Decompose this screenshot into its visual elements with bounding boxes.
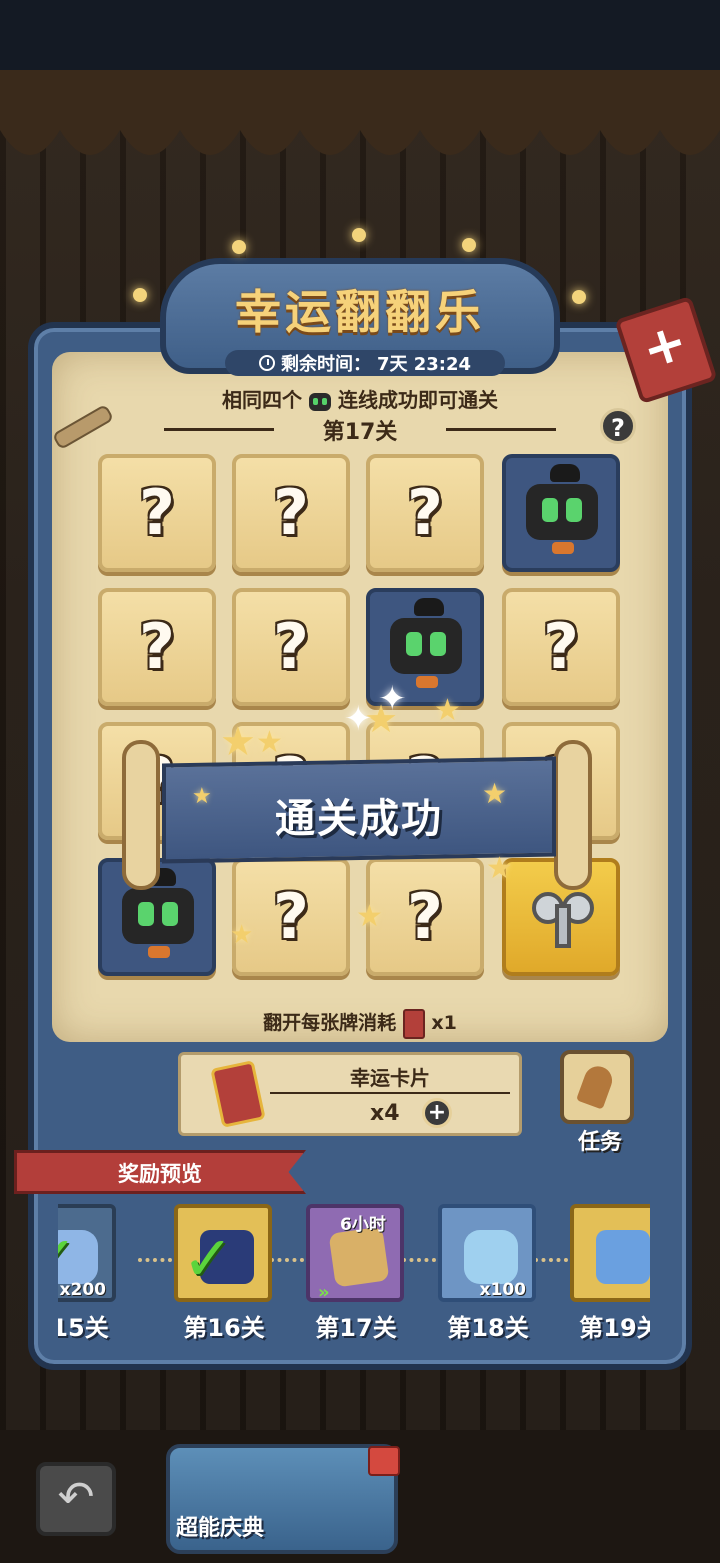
bow-icon <box>416 676 438 688</box>
reward-label: 第17关 <box>315 1314 397 1342</box>
question-icon: ? <box>139 610 175 683</box>
add-lucky-card-button[interactable]: + <box>422 1098 452 1128</box>
bulb-icon <box>352 228 366 242</box>
divider <box>270 1092 510 1094</box>
help-button[interactable]: ? <box>600 408 636 444</box>
star-icon: ★ <box>230 920 254 950</box>
question-icon: ? <box>273 610 309 683</box>
card-hidden[interactable]: ? <box>232 858 350 976</box>
reward-label: 第19关 <box>579 1314 650 1342</box>
reward-item[interactable]: 6小时 » 第17关 <box>306 1204 406 1342</box>
rule-prefix: 相同四个 <box>222 388 303 412</box>
rule-text: 相同四个 连线成功即可通关 <box>120 384 600 413</box>
bow-icon <box>552 542 574 554</box>
card-robot[interactable] <box>502 454 620 572</box>
star-icon: ★ <box>356 899 383 934</box>
question-icon: ? <box>543 610 579 683</box>
close-icon: + <box>634 310 695 382</box>
wind-up-key-icon <box>532 892 594 948</box>
star-icon: ★ <box>192 784 212 809</box>
reward-label: 第16关 <box>183 1314 265 1342</box>
card-hidden[interactable]: ? <box>366 858 484 976</box>
countdown-timer: 剩余时间： 7天 23:24 <box>225 350 505 376</box>
star-icon: ★ <box>434 693 461 728</box>
back-button[interactable]: ↶ <box>36 1462 116 1536</box>
hat-icon <box>550 464 580 482</box>
check-icon: ✓ <box>58 1228 78 1290</box>
reward-box: ✓ <box>174 1204 272 1302</box>
card-hidden[interactable]: ? <box>98 588 216 706</box>
question-icon: ? <box>407 880 443 953</box>
timer-label: 剩余时间： <box>280 354 371 375</box>
robot-icon <box>122 888 194 944</box>
robot-icon <box>526 484 598 540</box>
scroll-end-left <box>122 740 160 890</box>
reward-qty: x100 <box>479 1280 526 1300</box>
reward-box <box>570 1204 650 1302</box>
question-icon: ? <box>139 476 175 549</box>
reward-item[interactable]: ✓ 第16关 <box>174 1204 274 1342</box>
robot-icon <box>309 392 331 411</box>
level-title: 第17关 <box>322 420 398 445</box>
card-hidden[interactable]: ? <box>366 454 484 572</box>
lucky-card-count: x4 <box>370 1101 400 1126</box>
sparkle-icon: ✦ <box>378 679 407 719</box>
event-label[interactable]: 超能庆典 <box>176 1510 264 1542</box>
lucky-card-title: 幸运卡片 <box>350 1066 430 1090</box>
card-hidden[interactable]: ? <box>232 454 350 572</box>
hat-icon <box>414 598 444 616</box>
clock-icon <box>258 355 275 371</box>
card-hidden[interactable]: ? <box>232 588 350 706</box>
card-hidden[interactable]: ? <box>98 454 216 572</box>
rule-suffix: 连线成功即可通关 <box>337 388 498 412</box>
top-bar <box>0 0 720 70</box>
cost-qty: x1 <box>431 1012 457 1034</box>
lucky-card-icon <box>402 1008 425 1039</box>
star-icon: ★ <box>482 777 508 810</box>
gem-cube-icon <box>596 1230 650 1284</box>
bulb-icon <box>572 290 586 304</box>
page-title: 幸运翻翻乐 <box>235 285 485 339</box>
star-icon: ★ <box>220 719 256 765</box>
bulb-icon <box>232 240 246 254</box>
star-icon: ★ <box>256 725 283 760</box>
check-icon: ✓ <box>182 1222 234 1295</box>
question-icon: ? <box>273 880 309 953</box>
reward-item[interactable]: x200✓ 第15关 <box>58 1204 118 1342</box>
reward-box: 6小时 » <box>306 1204 404 1303</box>
scroll-end-right <box>554 740 592 890</box>
reward-strip[interactable]: x200✓ 第15关 ✓ 第16关 6小时 » 第17关 x100 第18关 第19关 <box>58 1196 650 1346</box>
reward-label: 第18关 <box>447 1314 529 1342</box>
energy-can-icon <box>464 1230 518 1284</box>
fast-forward-icon: » <box>318 1282 330 1303</box>
reward-box: x100 <box>438 1204 536 1302</box>
scallop-valance <box>0 70 720 155</box>
mystery-scroll-icon <box>328 1226 390 1288</box>
task-label[interactable]: 任务 <box>560 1124 640 1156</box>
reward-label: 第15关 <box>58 1314 109 1342</box>
reward-item[interactable]: 第19关 <box>570 1204 650 1342</box>
reward-box: x200✓ <box>58 1204 116 1302</box>
cost-label: 翻开每张牌消耗 <box>263 1012 397 1034</box>
sparkle-icon: ✦ <box>344 699 373 739</box>
bulb-icon <box>462 238 476 252</box>
star-icon: ★ <box>486 851 513 886</box>
question-icon: ? <box>273 476 309 549</box>
reward-preview-label: 奖励预览 <box>118 1162 202 1186</box>
card-hidden[interactable]: ? <box>502 588 620 706</box>
robot-icon <box>390 618 462 674</box>
reward-timer: 6小时 <box>340 1215 386 1235</box>
bow-icon <box>148 946 170 958</box>
reward-item[interactable]: x100 第18关 <box>438 1204 538 1342</box>
flip-cost: 翻开每张牌消耗 x1 <box>200 1008 520 1039</box>
bulb-icon <box>133 288 147 302</box>
timer-value: 7天 23:24 <box>376 354 472 375</box>
gift-icon <box>368 1446 400 1476</box>
question-icon: ? <box>407 476 443 549</box>
